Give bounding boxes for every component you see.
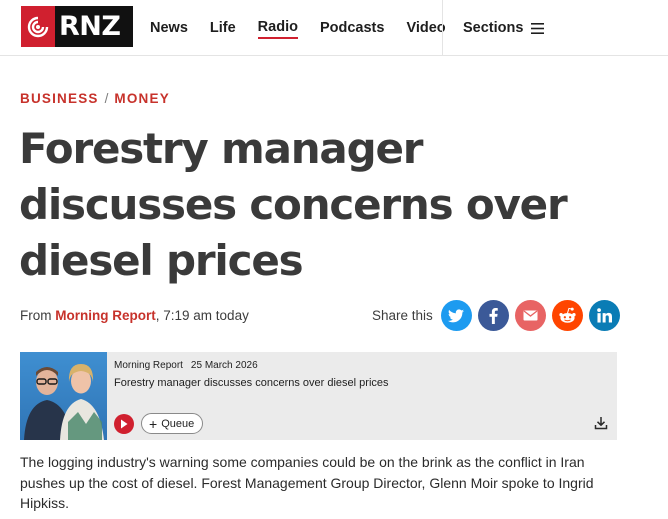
audio-program-link[interactable]: Morning Report <box>114 360 183 371</box>
nav-podcasts[interactable]: Podcasts <box>320 18 384 38</box>
queue-button[interactable]: + Queue <box>141 413 204 434</box>
twitter-icon <box>448 308 465 322</box>
main-nav: News Life Radio Podcasts Video <box>150 0 468 56</box>
rnz-radio-icon <box>21 6 55 47</box>
share-bar: Share this <box>372 300 620 331</box>
queue-label: Queue <box>161 417 195 430</box>
reddit-icon <box>559 307 576 323</box>
nav-news[interactable]: News <box>150 18 188 38</box>
breadcrumb: BUSINESS / MONEY <box>20 91 170 106</box>
share-label: Share this <box>372 308 433 323</box>
audio-date: 25 March 2026 <box>190 360 258 371</box>
breadcrumb-money[interactable]: MONEY <box>114 91 170 106</box>
audio-meta: Morning Report 25 March 2026 <box>114 360 258 371</box>
article-summary: The logging industry's warning some comp… <box>20 454 594 511</box>
nav-radio[interactable]: Radio <box>257 17 298 39</box>
play-button[interactable] <box>114 414 134 434</box>
email-icon <box>523 310 538 321</box>
reddit-share-button[interactable] <box>551 300 583 331</box>
twitter-share-button[interactable] <box>440 300 472 331</box>
byline: From Morning Report, 7:19 am today <box>20 308 249 323</box>
facebook-icon <box>489 307 498 324</box>
linkedin-share-button[interactable] <box>588 300 620 331</box>
sections-menu-button[interactable]: Sections <box>463 0 545 56</box>
linkedin-icon <box>596 308 612 323</box>
breadcrumb-business[interactable]: BUSINESS <box>20 91 99 106</box>
download-button[interactable] <box>594 416 610 432</box>
nav-divider <box>442 0 443 56</box>
facebook-share-button[interactable] <box>477 300 509 331</box>
hamburger-icon <box>531 22 545 34</box>
nav-life[interactable]: Life <box>210 18 236 38</box>
presenters-thumbnail <box>20 352 107 440</box>
sections-label: Sections <box>463 20 524 36</box>
logo-wordmark: RNZ <box>55 6 133 47</box>
byline-time: , 7:19 am today <box>155 308 249 323</box>
plus-icon: + <box>149 415 158 432</box>
byline-prefix: From <box>20 308 52 323</box>
nav-video[interactable]: Video <box>406 18 445 38</box>
byline-program-link[interactable]: Morning Report <box>55 308 156 323</box>
audio-title: Forestry manager discusses concerns over… <box>114 377 389 389</box>
audio-player: Morning Report 25 March 2026 Forestry ma… <box>20 352 617 440</box>
article-title: Forestry manager discusses concerns over… <box>19 124 568 285</box>
play-icon <box>121 419 128 429</box>
email-share-button[interactable] <box>514 300 546 331</box>
site-header: RNZ News Life Radio Podcasts Video Secti… <box>0 0 668 56</box>
rnz-logo[interactable]: RNZ <box>21 6 133 47</box>
breadcrumb-separator: / <box>104 91 109 106</box>
download-icon <box>594 417 608 430</box>
